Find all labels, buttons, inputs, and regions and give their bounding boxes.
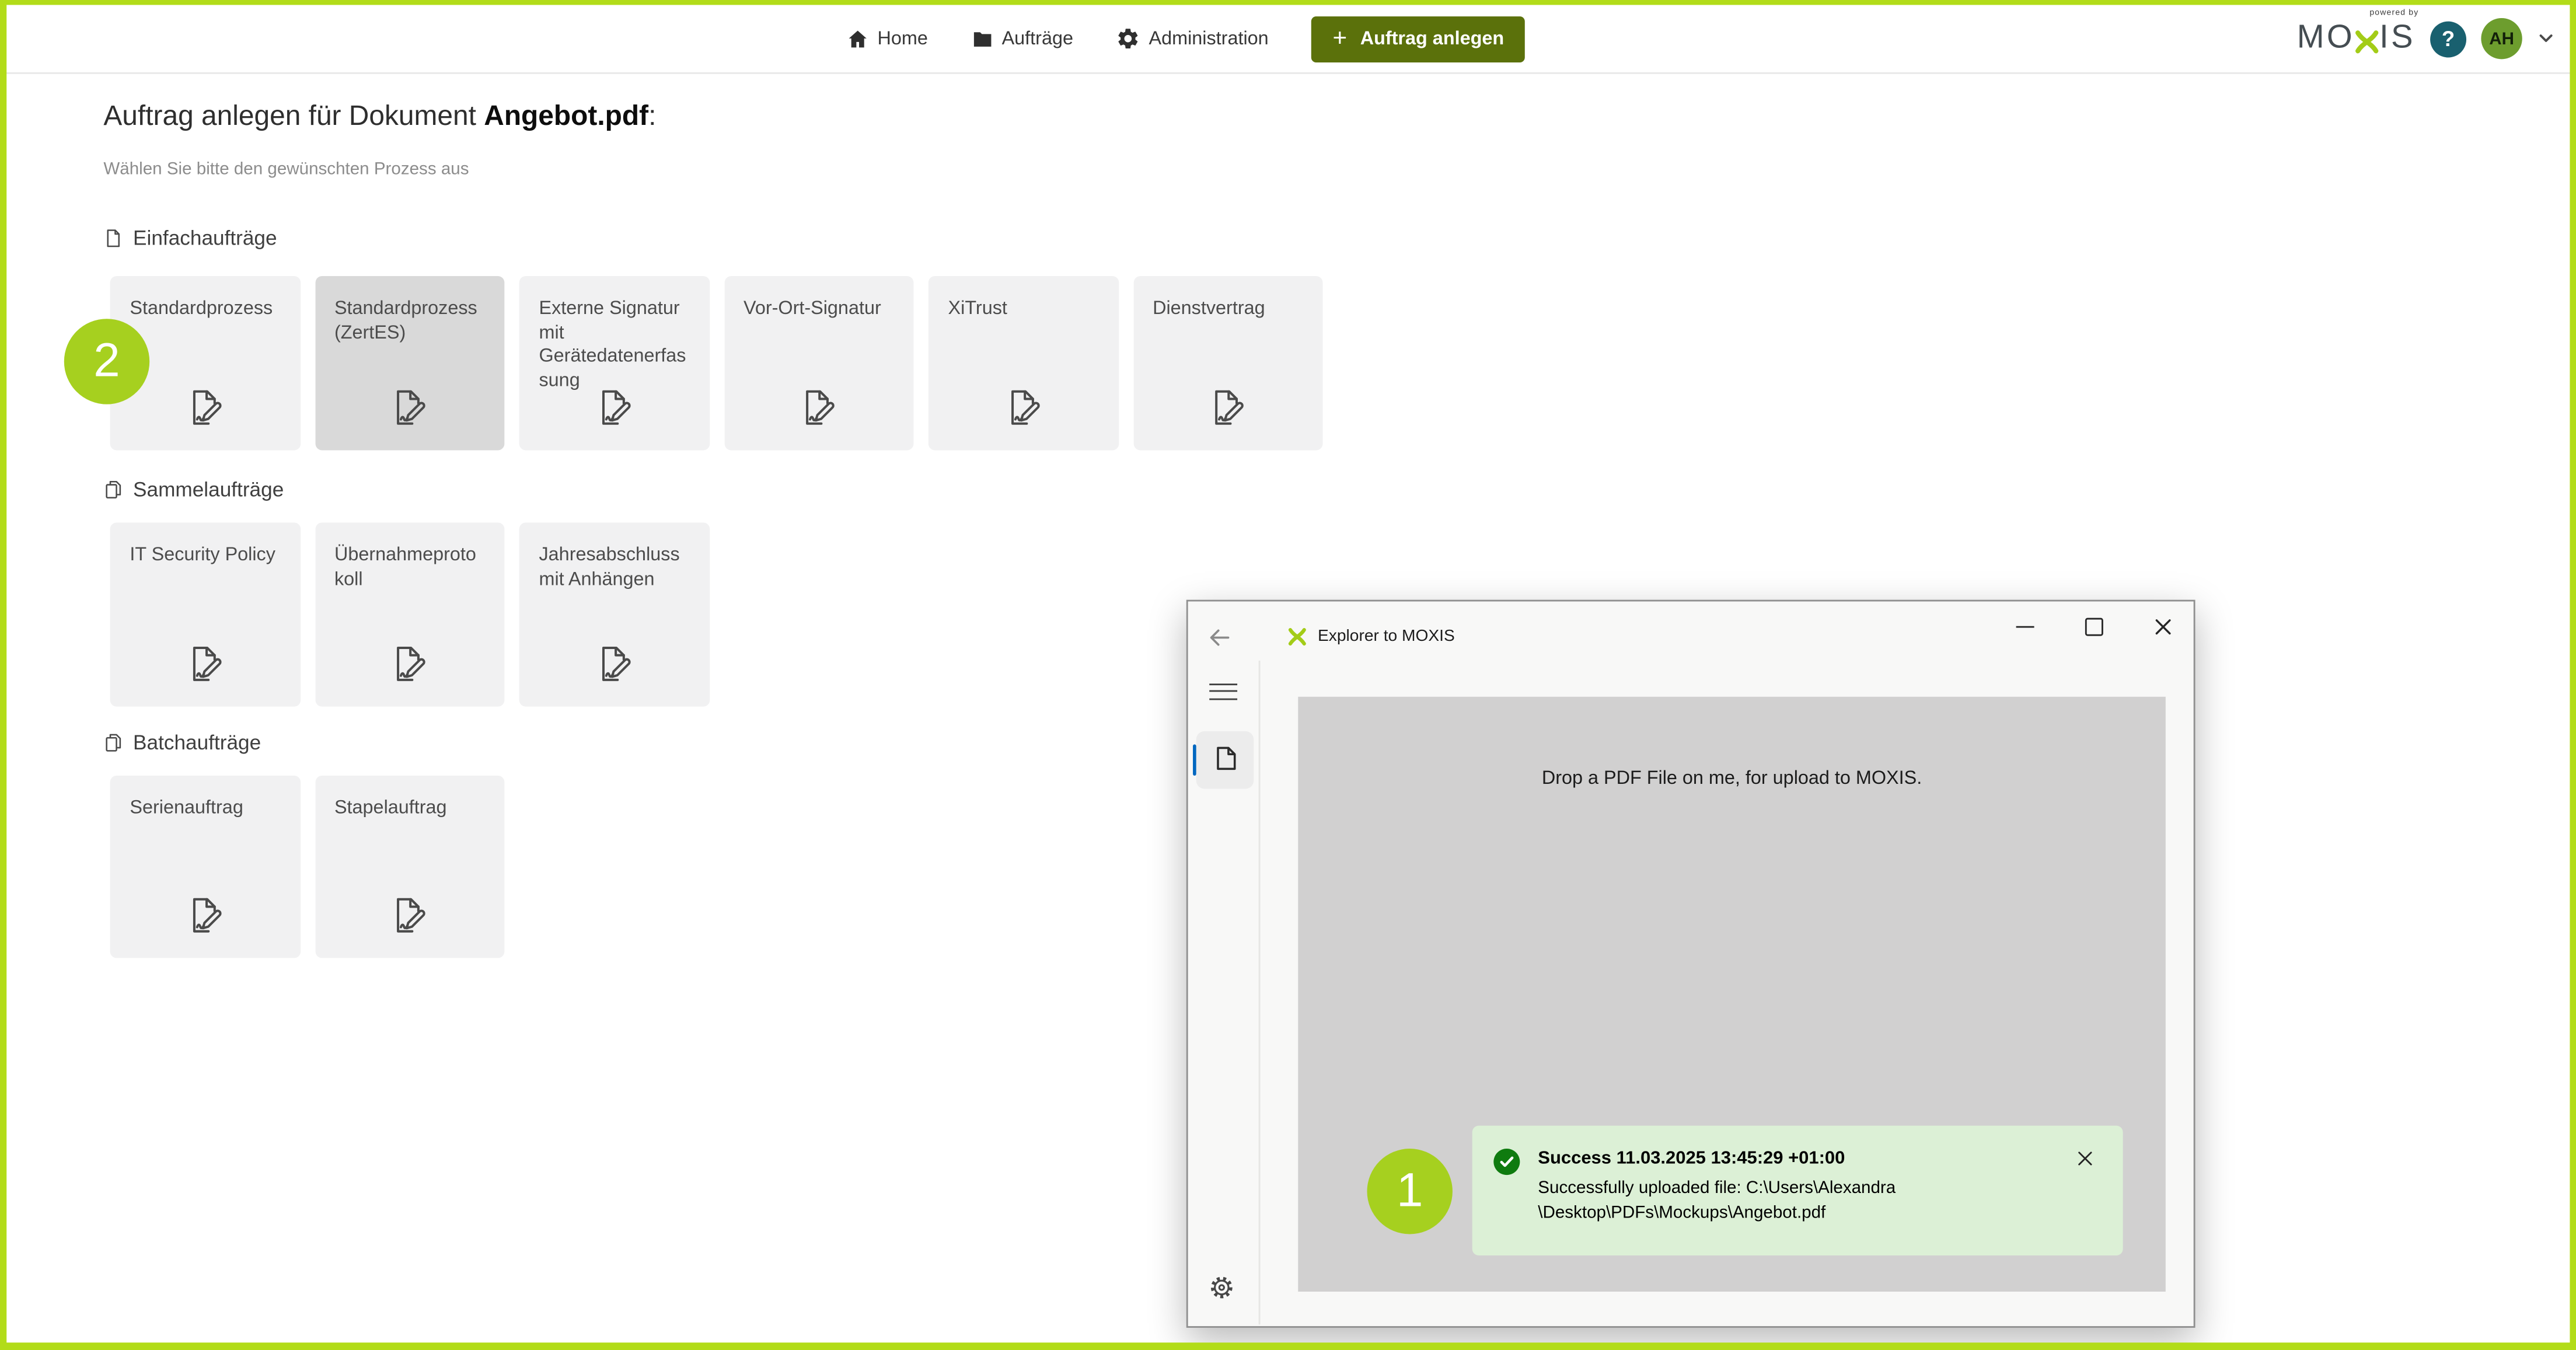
page-border-right bbox=[2570, 0, 2576, 1350]
sign-document-icon bbox=[390, 388, 430, 427]
nav-item-administration[interactable]: Administration bbox=[1116, 26, 1268, 51]
notification-title: Success 11.03.2025 13:45:29 +01:00 bbox=[1538, 1149, 1845, 1168]
section-header-einfachauftraege: Einfachaufträge bbox=[103, 227, 277, 250]
sign-document-icon bbox=[390, 895, 430, 935]
selection-indicator bbox=[1192, 744, 1196, 775]
process-tile-jahresabschluss[interactable]: Jahresabschluss mit Anhängen bbox=[519, 522, 709, 706]
process-tile-dienstvertrag[interactable]: Dienstvertrag bbox=[1133, 276, 1322, 450]
documents-icon bbox=[103, 480, 123, 500]
gear-icon bbox=[1116, 26, 1140, 51]
brand-text-right: IS bbox=[2379, 20, 2416, 58]
moxis-page: Home Aufträge Administration + Auftrag a… bbox=[0, 0, 2576, 1350]
tile-row-sammelauftraege: IT Security Policy Übernahmeprotokoll Ja… bbox=[110, 522, 709, 706]
chevron-down-icon[interactable] bbox=[2537, 30, 2555, 48]
notification-message: \Desktop\PDFs\Mockups\Angebot.pdf bbox=[1538, 1203, 1825, 1223]
plus-icon: + bbox=[1333, 26, 1348, 50]
nav-item-label: Administration bbox=[1149, 29, 1269, 48]
explorer-to-moxis-window: Explorer to MOXIS Drop a PDF File o bbox=[1186, 600, 2195, 1328]
close-icon bbox=[2077, 1150, 2093, 1167]
process-tile-stapelauftrag[interactable]: Stapelauftrag bbox=[315, 776, 504, 958]
create-order-label: Auftrag anlegen bbox=[1360, 29, 1504, 48]
maximize-icon bbox=[2084, 617, 2102, 635]
sign-document-icon bbox=[1004, 388, 1043, 427]
sign-document-icon bbox=[185, 895, 225, 935]
window-title: Explorer to MOXIS bbox=[1318, 628, 1455, 646]
moxis-x-icon bbox=[2353, 27, 2381, 55]
section-label: Batchaufträge bbox=[133, 731, 261, 754]
moxis-x-icon bbox=[1287, 626, 1308, 648]
avatar[interactable]: AH bbox=[2481, 18, 2522, 59]
app-window: Home Aufträge Administration + Auftrag a… bbox=[0, 0, 2576, 1350]
success-notification: Success 11.03.2025 13:45:29 +01:00 Succe… bbox=[1472, 1126, 2123, 1255]
sign-document-icon bbox=[390, 644, 430, 684]
drop-zone-text: Drop a PDF File on me, for upload to MOX… bbox=[1298, 769, 2166, 789]
annotation-badge-2: 2 bbox=[64, 319, 149, 404]
nav-item-label: Home bbox=[877, 29, 927, 48]
process-tile-it-security-policy[interactable]: IT Security Policy bbox=[110, 522, 300, 706]
page-border-top bbox=[0, 0, 2576, 5]
tile-row-einfachauftraege: Standardprozess Standardprozess (ZertES)… bbox=[110, 276, 1323, 450]
process-tile-serienauftrag[interactable]: Serienauftrag bbox=[110, 776, 300, 958]
minimize-button[interactable] bbox=[2003, 611, 2046, 641]
sign-document-icon bbox=[185, 644, 225, 684]
sign-document-icon bbox=[799, 388, 839, 427]
page-border-left bbox=[0, 0, 6, 1350]
sign-document-icon bbox=[595, 644, 634, 684]
documents-icon bbox=[103, 733, 123, 753]
nav-item-home[interactable]: Home bbox=[846, 27, 928, 50]
minimize-icon bbox=[2015, 625, 2033, 627]
close-button[interactable] bbox=[2141, 611, 2184, 641]
back-arrow-icon[interactable] bbox=[1206, 625, 1233, 651]
sign-document-icon bbox=[1208, 388, 1248, 427]
tile-row-batchauftraege: Serienauftrag Stapelauftrag bbox=[110, 776, 505, 958]
process-tile-uebernahmeprotokoll[interactable]: Übernahmeprotokoll bbox=[315, 522, 504, 706]
document-name: Angebot.pdf bbox=[484, 100, 648, 131]
process-tile-xitrust[interactable]: XiTrust bbox=[929, 276, 1118, 450]
create-order-button[interactable]: + Auftrag anlegen bbox=[1311, 16, 1526, 62]
section-label: Sammelaufträge bbox=[133, 478, 284, 501]
avatar-initials: AH bbox=[2489, 29, 2514, 48]
brand-text-left: MO bbox=[2297, 20, 2355, 58]
moxis-logo: powered by MO IS bbox=[2297, 20, 2416, 58]
help-button[interactable]: ? bbox=[2430, 20, 2466, 57]
page-border-bottom bbox=[0, 1342, 2576, 1350]
document-icon bbox=[103, 228, 123, 248]
annotation-badge-1: 1 bbox=[1367, 1149, 1452, 1234]
success-check-icon bbox=[1493, 1149, 1520, 1175]
question-mark-icon: ? bbox=[2442, 26, 2455, 51]
maximize-button[interactable] bbox=[2072, 611, 2114, 641]
sidebar-item-document[interactable] bbox=[1196, 731, 1254, 789]
folder-icon bbox=[971, 27, 993, 50]
nav-item-auftraege[interactable]: Aufträge bbox=[971, 27, 1073, 50]
top-nav: Home Aufträge Administration + Auftrag a… bbox=[0, 5, 2576, 74]
nav-item-label: Aufträge bbox=[1002, 29, 1073, 48]
close-icon bbox=[2153, 617, 2172, 635]
home-icon bbox=[846, 27, 869, 50]
sidebar-divider bbox=[1259, 661, 1261, 1324]
process-tile-vor-ort-signatur[interactable]: Vor-Ort-Signatur bbox=[724, 276, 913, 450]
section-label: Einfachaufträge bbox=[133, 227, 277, 250]
page-title: Auftrag anlegen für Dokument Angebot.pdf… bbox=[103, 100, 656, 133]
section-header-batchauftraege: Batchaufträge bbox=[103, 731, 261, 754]
hamburger-menu-icon[interactable] bbox=[1209, 683, 1237, 705]
process-tile-standardprozess-zertes[interactable]: Standardprozess (ZertES) bbox=[315, 276, 504, 450]
notification-message: Successfully uploaded file: C:\Users\Ale… bbox=[1538, 1178, 1896, 1198]
notification-close-button[interactable] bbox=[2074, 1147, 2096, 1170]
process-tile-externe-signatur[interactable]: Externe Signatur mit Gerätedatenerfassun… bbox=[519, 276, 709, 450]
powered-by-label: powered by bbox=[2369, 8, 2418, 18]
page-icon bbox=[1211, 744, 1239, 772]
sign-document-icon bbox=[185, 388, 225, 427]
sign-document-icon bbox=[595, 388, 634, 427]
page-subtitle: Wählen Sie bitte den gewünschten Prozess… bbox=[103, 159, 469, 179]
settings-gear-icon[interactable] bbox=[1207, 1274, 1235, 1302]
section-header-sammelauftraege: Sammelaufträge bbox=[103, 478, 284, 501]
